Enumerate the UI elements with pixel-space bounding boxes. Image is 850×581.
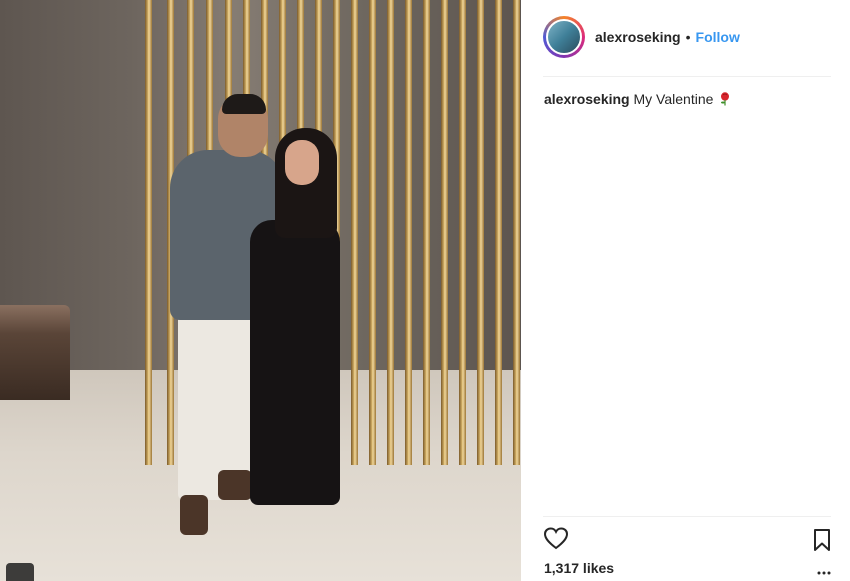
bookmark-icon[interactable] — [811, 528, 833, 552]
post-caption: alexroseking My Valentine — [544, 90, 832, 108]
header-divider — [543, 76, 831, 77]
rose-emoji — [721, 92, 730, 106]
caption-text: My Valentine — [633, 91, 714, 107]
post-actions — [543, 526, 833, 554]
photo-man-shoe — [180, 495, 208, 535]
follow-button[interactable]: Follow — [696, 29, 740, 45]
tagged-users-icon[interactable] — [6, 563, 34, 581]
post-header: alexroseking • Follow — [543, 14, 831, 60]
photo-man-hair — [222, 94, 266, 114]
photo-man-shoe — [218, 470, 252, 500]
post-photo[interactable] — [0, 0, 521, 581]
likes-count[interactable]: 1,317 likes — [544, 560, 614, 576]
username-link[interactable]: alexroseking — [595, 29, 681, 45]
avatar-image — [546, 19, 582, 55]
post-side-panel: alexroseking • Follow alexroseking My Va… — [521, 0, 850, 581]
separator-dot: • — [685, 29, 691, 45]
photo-bench — [0, 305, 70, 400]
photo-woman-face — [285, 140, 319, 185]
photo-woman-dress — [250, 220, 340, 505]
more-options-icon[interactable] — [817, 568, 831, 578]
actions-divider — [543, 516, 831, 517]
heart-icon[interactable] — [543, 526, 569, 552]
caption-username[interactable]: alexroseking — [544, 91, 630, 107]
avatar[interactable] — [543, 16, 585, 58]
